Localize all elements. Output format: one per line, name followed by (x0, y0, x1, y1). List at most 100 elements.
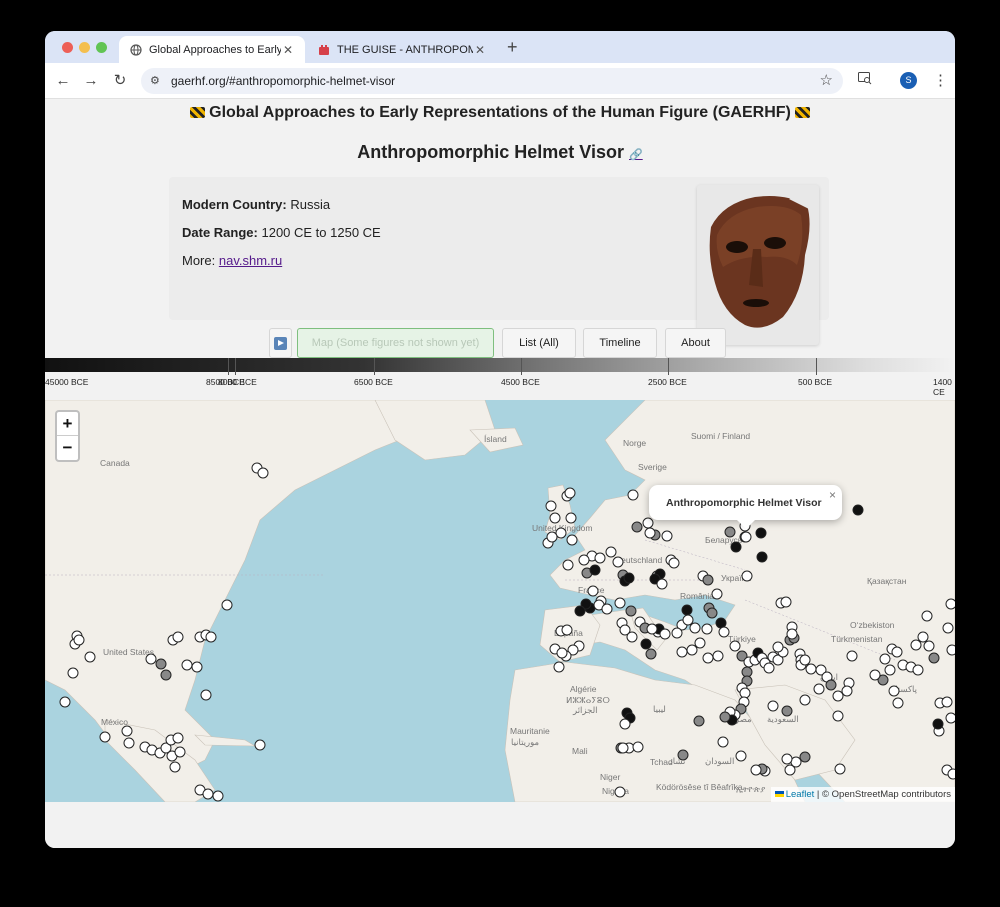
figure-marker[interactable] (941, 696, 953, 708)
figure-marker[interactable] (781, 705, 793, 717)
popup-close-icon[interactable]: × (829, 488, 836, 502)
figure-marker[interactable] (841, 685, 853, 697)
figure-marker[interactable] (565, 512, 577, 524)
tab-close-icon[interactable]: ✕ (281, 43, 295, 57)
figure-marker[interactable] (799, 694, 811, 706)
figure-marker[interactable] (884, 664, 896, 676)
figure-marker[interactable] (942, 622, 954, 634)
figure-marker[interactable] (73, 634, 85, 646)
world-map[interactable]: Ísland Norge Suomi / Finland Sverige Can… (45, 400, 955, 802)
figure-marker[interactable] (945, 712, 955, 724)
search-tabs-icon[interactable] (858, 72, 872, 88)
figure-marker[interactable] (805, 663, 817, 675)
figure-marker[interactable] (84, 651, 96, 663)
figure-marker[interactable] (574, 605, 586, 617)
close-window-button[interactable] (62, 42, 73, 53)
figure-marker[interactable] (202, 788, 214, 800)
list-tab[interactable]: List (All) (502, 328, 576, 358)
figure-marker[interactable] (945, 598, 955, 610)
tab-close-icon[interactable]: ✕ (473, 43, 487, 57)
figure-marker[interactable] (702, 574, 714, 586)
figure-marker[interactable] (756, 551, 768, 563)
artifact-image[interactable] (697, 185, 819, 345)
figure-marker[interactable] (566, 534, 578, 546)
figure-marker[interactable] (619, 718, 631, 730)
figure-marker[interactable] (661, 530, 673, 542)
figure-marker[interactable] (693, 715, 705, 727)
figure-marker[interactable] (729, 640, 741, 652)
figure-marker[interactable] (59, 696, 71, 708)
figure-marker[interactable] (790, 756, 802, 768)
figure-marker[interactable] (257, 467, 269, 479)
bookmark-star-icon[interactable]: ☆ (820, 71, 833, 89)
figure-marker[interactable] (659, 628, 671, 640)
figure-marker[interactable] (813, 683, 825, 695)
figure-marker[interactable] (172, 631, 184, 643)
figure-marker[interactable] (617, 742, 629, 754)
figure-marker[interactable] (719, 711, 731, 723)
figure-marker[interactable] (928, 652, 940, 664)
figure-marker[interactable] (772, 641, 784, 653)
figure-marker[interactable] (767, 700, 779, 712)
more-link[interactable]: nav.shm.ru (219, 253, 282, 268)
figure-marker[interactable] (626, 631, 638, 643)
figure-marker[interactable] (644, 527, 656, 539)
figure-marker[interactable] (205, 631, 217, 643)
figure-marker[interactable] (763, 662, 775, 674)
figure-marker[interactable] (694, 637, 706, 649)
figure-marker[interactable] (711, 588, 723, 600)
figure-marker[interactable] (589, 564, 601, 576)
figure-marker[interactable] (923, 640, 935, 652)
figure-marker[interactable] (212, 790, 224, 802)
figure-marker[interactable] (181, 659, 193, 671)
reload-icon[interactable]: ↻ (110, 71, 130, 91)
figure-marker[interactable] (561, 624, 573, 636)
figure-marker[interactable] (546, 531, 558, 543)
figure-marker[interactable] (221, 599, 233, 611)
figure-marker[interactable] (587, 585, 599, 597)
figure-marker[interactable] (832, 690, 844, 702)
figure-marker[interactable] (846, 650, 858, 662)
figure-marker[interactable] (702, 652, 714, 664)
forward-arrow-icon[interactable]: → (81, 71, 101, 91)
figure-marker[interactable] (594, 552, 606, 564)
minimize-window-button[interactable] (79, 42, 90, 53)
figure-marker[interactable] (832, 710, 844, 722)
figure-marker[interactable] (145, 653, 157, 665)
figure-marker[interactable] (780, 596, 792, 608)
figure-marker[interactable] (717, 736, 729, 748)
new-tab-button[interactable]: + (507, 37, 518, 58)
figure-marker[interactable] (601, 603, 613, 615)
figure-marker[interactable] (121, 725, 133, 737)
back-arrow-icon[interactable]: ← (53, 71, 73, 91)
profile-avatar[interactable]: S (900, 72, 917, 89)
figure-marker[interactable] (676, 646, 688, 658)
figure-marker[interactable] (921, 610, 933, 622)
figure-marker[interactable] (67, 667, 79, 679)
figure-marker[interactable] (917, 631, 929, 643)
figure-marker[interactable] (932, 718, 944, 730)
timeline-tab[interactable]: Timeline (583, 328, 657, 358)
figure-marker[interactable] (686, 644, 698, 656)
figure-marker[interactable] (640, 638, 652, 650)
figure-marker[interactable] (605, 546, 617, 558)
figure-marker[interactable] (755, 527, 767, 539)
figure-marker[interactable] (741, 570, 753, 582)
zoom-in-button[interactable]: + (57, 412, 78, 436)
figure-marker[interactable] (682, 614, 694, 626)
site-settings-icon[interactable]: ⚙ (150, 74, 160, 87)
timeline-slider[interactable] (45, 358, 955, 372)
figure-marker[interactable] (668, 557, 680, 569)
leaflet-link[interactable]: Leaflet (786, 789, 815, 800)
maximize-window-button[interactable] (96, 42, 107, 53)
figure-marker[interactable] (715, 617, 727, 629)
figure-marker[interactable] (834, 763, 846, 775)
figure-marker[interactable] (646, 623, 658, 635)
figure-marker[interactable] (614, 597, 626, 609)
figure-marker[interactable] (578, 554, 590, 566)
figure-marker[interactable] (718, 626, 730, 638)
figure-marker[interactable] (174, 746, 186, 758)
figure-marker[interactable] (799, 654, 811, 666)
figure-marker[interactable] (888, 685, 900, 697)
figure-marker[interactable] (947, 768, 955, 780)
